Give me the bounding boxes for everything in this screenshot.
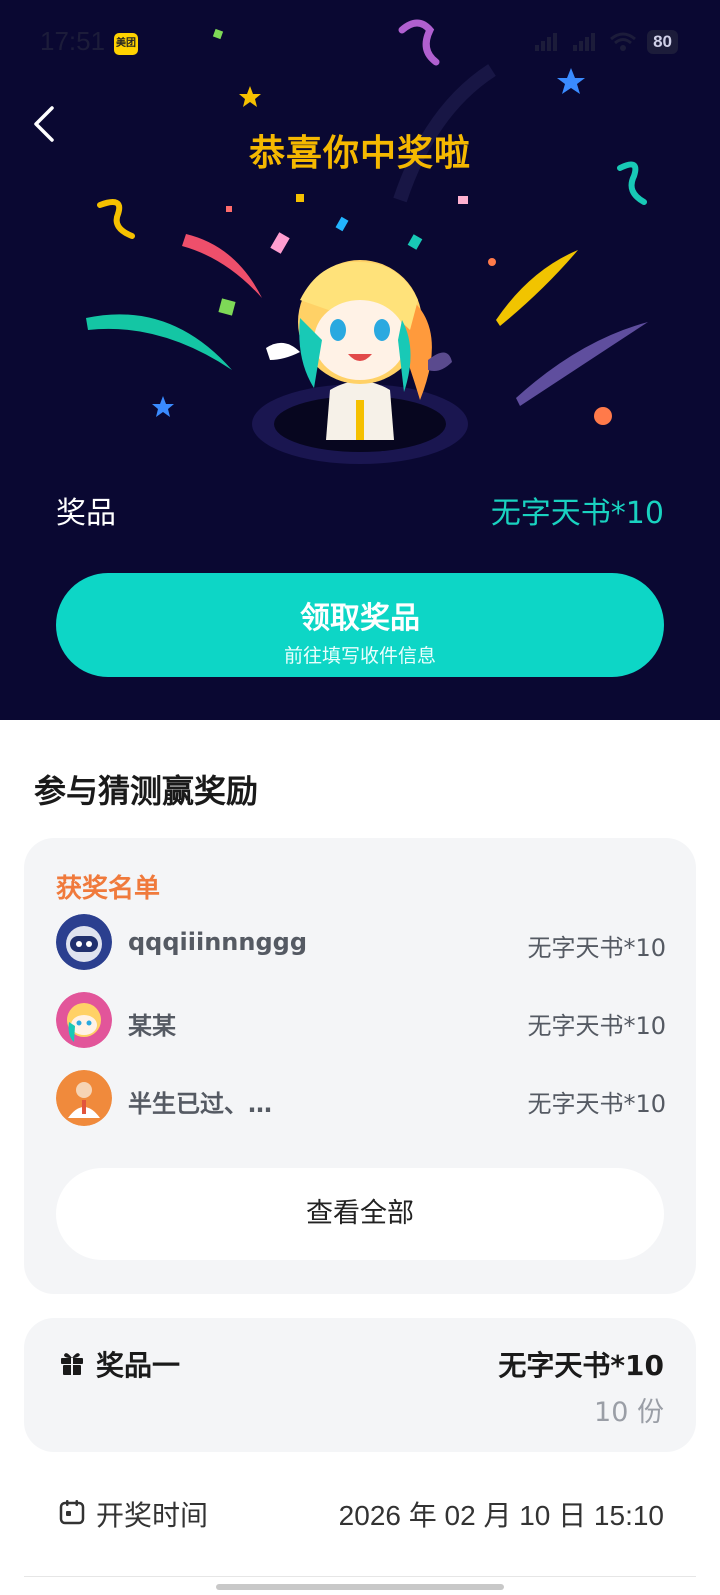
claim-button-label: 领取奖品 (300, 601, 420, 636)
hero-banner: 17:51 美团 80 恭喜你中奖啦 奖品 无字天书*10 领取奖品 前往填写收 (0, 0, 720, 720)
prize-value: 无字天书*10 (490, 496, 664, 531)
view-all-button[interactable]: 查看全部 (56, 1168, 664, 1260)
status-time: 17:51 (40, 26, 106, 56)
status-bar: 17:51 美团 80 (0, 0, 720, 86)
winner-prize: 无字天书*10 (527, 1090, 666, 1118)
claim-prize-button[interactable]: 领取奖品 前往填写收件信息 (56, 573, 664, 677)
section-title: 参与猜测赢奖励 (34, 772, 259, 810)
congrats-title: 恭喜你中奖啦 (248, 133, 471, 174)
calendar-icon (59, 1500, 85, 1525)
meituan-app-icon: 美团 (114, 33, 138, 55)
home-indicator[interactable] (216, 1584, 504, 1590)
winner-prize: 无字天书*10 (527, 1012, 666, 1040)
draw-time-row: 开奖时间 2026 年 02 月 10 日 15:10 (24, 1474, 696, 1554)
prize-item-name: 无字天书*10 (498, 1349, 664, 1382)
cellular-signal-2-icon (573, 33, 596, 51)
winner-prize: 无字天书*10 (527, 934, 666, 962)
status-indicators: 80 (533, 30, 678, 54)
battery-level: 80 (647, 30, 678, 54)
winner-name: 某某 (128, 1012, 176, 1040)
winners-card: 获奖名单 qqqiiinnnggg 无字天书*10 某某 无字天书*10 半生已… (24, 838, 696, 1294)
prize-label: 奖品 (56, 496, 116, 531)
prize-item-quantity: 10 份 (594, 1397, 664, 1428)
claim-button-sublabel: 前往填写收件信息 (283, 645, 436, 667)
avatar (56, 992, 112, 1048)
wifi-icon (610, 32, 637, 51)
winner-name: 半生已过、… (128, 1090, 272, 1118)
avatar (56, 1070, 112, 1126)
gift-icon (61, 1353, 83, 1375)
prize-item-label: 奖品一 (96, 1349, 181, 1382)
list-item[interactable]: 某某 无字天书*10 (56, 992, 666, 1050)
cellular-signal-icon (535, 33, 558, 51)
avatar (56, 914, 112, 970)
draw-time-value: 2026 年 02 月 10 日 15:10 (338, 1500, 664, 1531)
divider (24, 1576, 696, 1577)
winners-heading: 获奖名单 (56, 874, 161, 904)
list-item[interactable]: qqqiiinnnggg 无字天书*10 (56, 914, 666, 972)
list-item[interactable]: 半生已过、… 无字天书*10 (56, 1070, 666, 1128)
draw-time-label: 开奖时间 (96, 1499, 209, 1532)
prize-item-card: 奖品一 无字天书*10 10 份 (24, 1318, 696, 1452)
winner-name: qqqiiinnnggg (128, 928, 308, 956)
